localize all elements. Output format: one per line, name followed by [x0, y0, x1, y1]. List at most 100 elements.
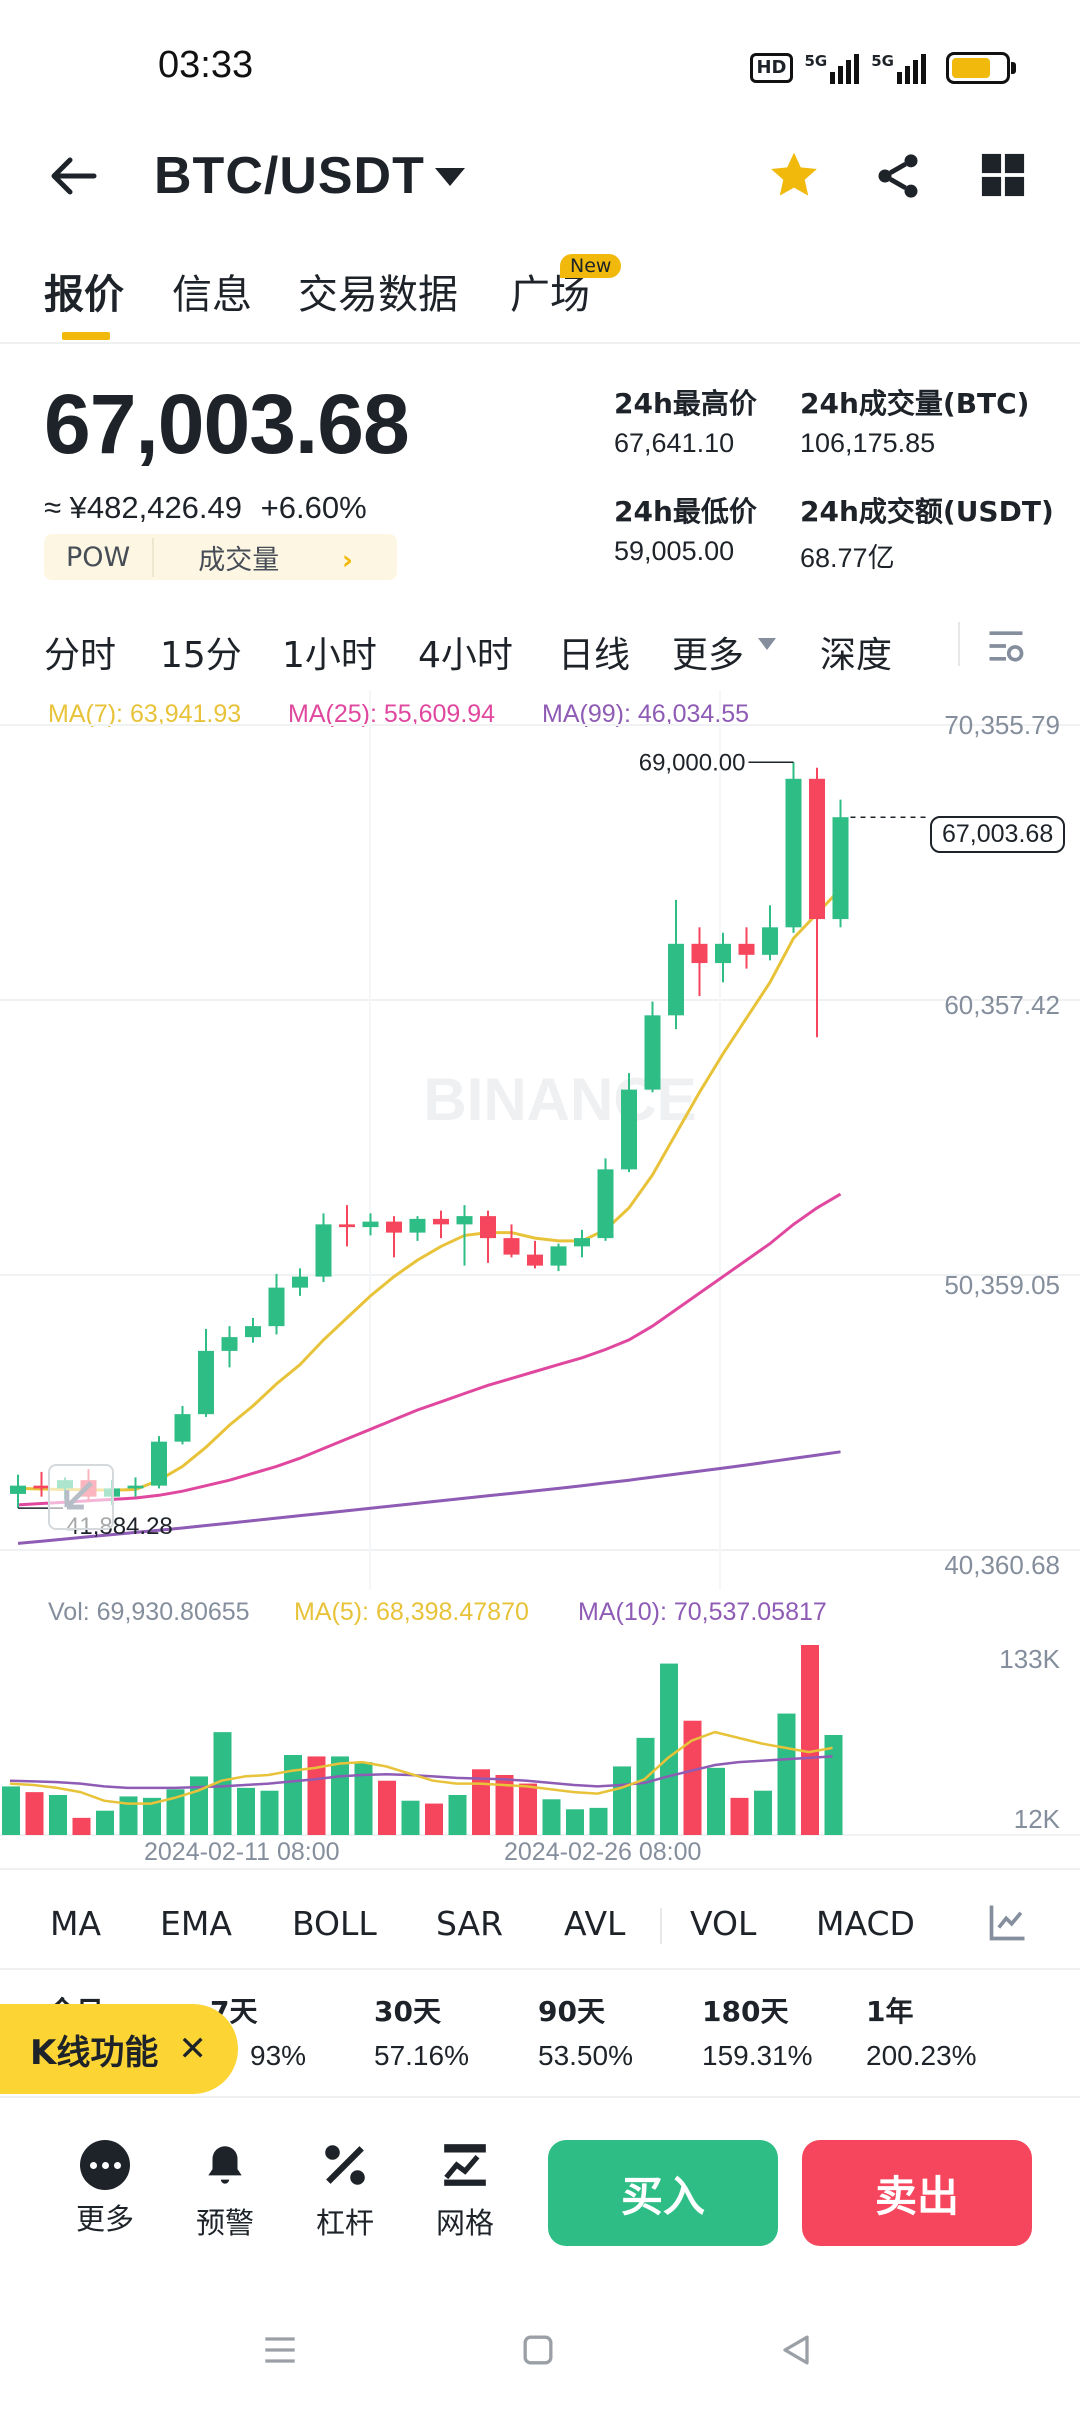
back-nav-icon[interactable]: [774, 2328, 818, 2372]
stat-low: 59,005.00: [614, 536, 735, 566]
action-grid-label: 网格: [435, 2206, 494, 2240]
volume-bar: [2, 1786, 20, 1835]
tab-trade-data[interactable]: 交易数据: [298, 262, 458, 320]
interval-1h[interactable]: 1小时: [282, 626, 377, 678]
action-more[interactable]: 更多: [60, 2140, 150, 2238]
close-icon[interactable]: ✕: [178, 2029, 207, 2069]
menu-icon[interactable]: [258, 2328, 302, 2372]
volume-bar: [260, 1790, 279, 1835]
active-tab-indicator: [62, 332, 110, 340]
volume-bar: [636, 1737, 655, 1835]
chart-divider: [0, 1868, 1080, 1870]
stat-vol-usdt-label: 24h成交额(USDT): [800, 495, 1054, 528]
volume-legend: Vol: 69,930.80655: [48, 1598, 250, 1626]
volume-bar: [660, 1663, 678, 1835]
candle: [151, 1436, 167, 1489]
percent-icon: [325, 2145, 365, 2185]
candle: [221, 1326, 238, 1368]
action-margin-label: 杠杆: [315, 2206, 374, 2240]
action-margin[interactable]: 杠杆: [300, 2140, 390, 2242]
interval-4h[interactable]: 4小时: [418, 626, 513, 678]
share-icon[interactable]: [872, 150, 924, 202]
chart-settings-icon[interactable]: [984, 624, 1028, 668]
candle-body: [198, 1350, 214, 1415]
indicator-vol[interactable]: VOL: [690, 1904, 756, 1943]
last-price: 67,003.68: [44, 377, 410, 471]
indicator-row-divider: [0, 1968, 1080, 1970]
more-dots-icon: [80, 2140, 130, 2190]
candle: [785, 762, 802, 933]
candle: [433, 1210, 449, 1239]
volume-bar: [25, 1792, 44, 1835]
candle: [597, 1158, 614, 1241]
more-caret-icon: [758, 638, 776, 650]
back-arrow-icon[interactable]: [46, 148, 102, 204]
indicator-ma[interactable]: MA: [50, 1904, 101, 1943]
status-time: 03:33: [158, 44, 254, 86]
candle-body: [809, 778, 825, 920]
interval-timeline[interactable]: 分时: [44, 626, 116, 678]
stat-low-label: 24h最低价: [614, 495, 757, 528]
status-bar: 03:33 HD 5G 5G: [0, 0, 1080, 130]
interval-more[interactable]: 更多: [672, 626, 744, 678]
kline-functions-pill[interactable]: K线功能 ✕: [0, 2004, 238, 2094]
tab-info[interactable]: 信息: [172, 262, 252, 320]
candle-body: [785, 778, 802, 928]
volume-bar: [72, 1817, 91, 1835]
volume-bar: [542, 1799, 561, 1835]
tab-quote[interactable]: 报价: [44, 262, 124, 320]
reset-chart-icon[interactable]: [48, 1464, 114, 1530]
sell-button[interactable]: 卖出: [802, 2140, 1032, 2246]
candle: [691, 927, 708, 997]
candle-body: [127, 1485, 144, 1489]
candle: [809, 767, 825, 1038]
price-cny-change: ≈ ¥482,426.49 +6.60%: [44, 490, 367, 526]
candle-body: [668, 943, 684, 1016]
pair-dropdown-icon[interactable]: [435, 168, 465, 186]
candle-body: [644, 1015, 661, 1090]
period-7d-value: 93%: [250, 2040, 307, 2071]
tabs-divider: [0, 342, 1080, 344]
indicator-sar[interactable]: SAR: [436, 1904, 503, 1943]
tag-bar[interactable]: POW 成交量 ›: [44, 534, 397, 580]
candle: [550, 1243, 567, 1272]
axis-label-2: 60,357.42: [944, 990, 1060, 1020]
volume-bar: [331, 1756, 349, 1835]
indicator-boll[interactable]: BOLL: [292, 1904, 377, 1943]
candle-body: [315, 1224, 332, 1277]
battery-icon: [946, 52, 1016, 84]
indicator-settings-icon[interactable]: [986, 1900, 1030, 1944]
date-label-2: 2024-02-26 08:00: [504, 1838, 702, 1866]
action-more-label: 更多: [75, 2202, 134, 2236]
indicator-macd[interactable]: MACD: [816, 1904, 915, 1943]
candle: [715, 932, 731, 983]
indicator-ema[interactable]: EMA: [160, 1904, 232, 1943]
buy-button[interactable]: 买入: [548, 2140, 778, 2246]
favorite-star-icon[interactable]: [766, 148, 822, 204]
system-nav-bar: [0, 2308, 1080, 2408]
kline-functions-label: K线功能: [30, 2032, 159, 2073]
candle-body: [386, 1221, 402, 1233]
grid-layout-icon[interactable]: [980, 152, 1026, 198]
indicator-avl[interactable]: AVL: [564, 1904, 625, 1943]
volume-bar: [566, 1809, 584, 1835]
home-icon[interactable]: [516, 2328, 560, 2372]
action-grid[interactable]: 网格: [420, 2140, 510, 2242]
period-1y-value: 200.23%: [866, 2040, 977, 2071]
period-90d-value: 53.50%: [538, 2040, 633, 2071]
axis-label-3: 50,359.05: [944, 1270, 1060, 1300]
pair-title[interactable]: BTC/USDT: [154, 146, 425, 206]
interval-depth[interactable]: 深度: [820, 626, 892, 678]
candlestick-chart[interactable]: BINANCE69,000.0041,884.28: [0, 690, 1080, 1590]
vol-ma10-legend: MA(10): 70,537.05817: [578, 1598, 827, 1626]
action-alert[interactable]: 预警: [180, 2140, 270, 2242]
interval-15m[interactable]: 15分: [160, 626, 242, 678]
price-cny: ≈ ¥482,426.49: [44, 490, 243, 525]
candle: [503, 1224, 520, 1258]
volume-bar: [354, 1762, 373, 1835]
candle: [574, 1229, 590, 1258]
indicator-divider: [660, 1908, 662, 1944]
candle: [668, 899, 684, 1030]
volume-rank-link[interactable]: 成交量 ›: [152, 537, 397, 577]
interval-1d[interactable]: 日线: [558, 626, 630, 678]
